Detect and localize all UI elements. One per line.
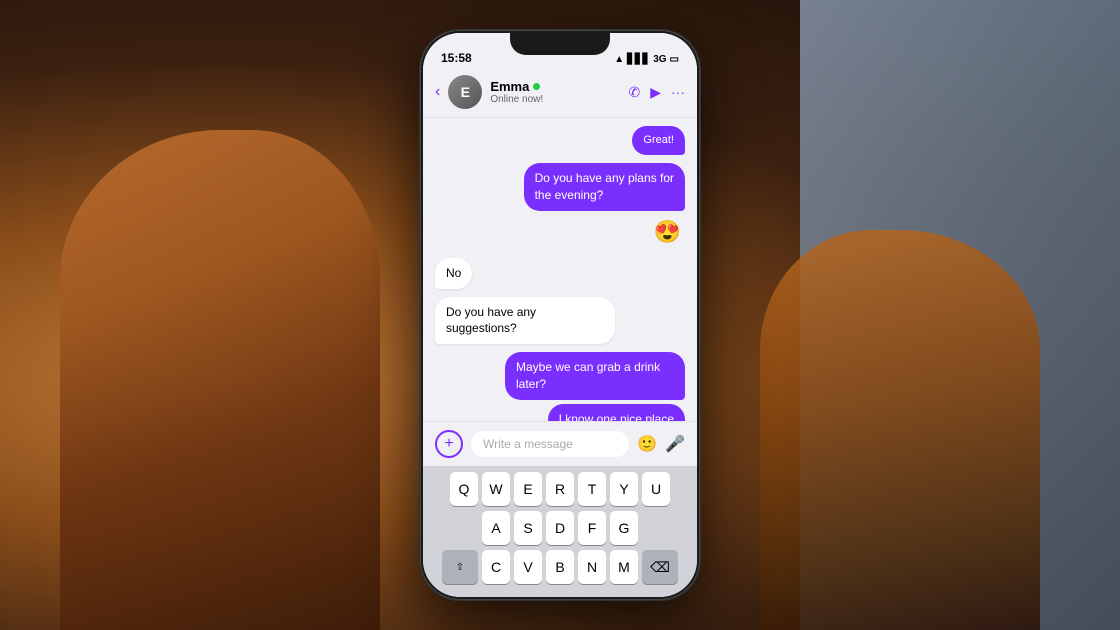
scene: 15:58 ▲ ▋▋▋ 3G ▭ ‹ E Emma	[0, 0, 1120, 630]
header-action-icons: ✆ ▶ ···	[628, 84, 685, 101]
key-v[interactable]: V	[514, 550, 542, 584]
key-s[interactable]: S	[514, 511, 542, 545]
key-a[interactable]: A	[482, 511, 510, 545]
delete-key[interactable]: ⌫	[642, 550, 678, 584]
key-q[interactable]: Q	[450, 472, 478, 506]
location-icon: ▲	[614, 54, 624, 65]
keyboard-row-2: A S D F G	[427, 511, 693, 545]
message-input[interactable]: Write a message	[471, 431, 629, 457]
chat-header: ‹ E Emma Online now! ✆ ▶ ···	[423, 69, 697, 118]
status-icons: ▲ ▋▋▋ 3G ▭	[614, 54, 679, 65]
phone-notch	[510, 33, 610, 55]
hand-right	[760, 230, 1040, 630]
phone: 15:58 ▲ ▋▋▋ 3G ▭ ‹ E Emma	[420, 30, 700, 600]
key-n[interactable]: N	[578, 550, 606, 584]
more-icon[interactable]: ···	[671, 84, 685, 100]
key-f[interactable]: F	[578, 511, 606, 545]
input-area: + Write a message 🙂 🎤	[423, 421, 697, 466]
key-c[interactable]: C	[482, 550, 510, 584]
signal-bars: ▋▋▋	[627, 54, 650, 65]
key-m[interactable]: M	[610, 550, 638, 584]
input-icons: 🙂 🎤	[637, 434, 685, 454]
status-time: 15:58	[441, 51, 472, 65]
contact-status: Online now!	[490, 94, 620, 105]
avatar: E	[448, 75, 482, 109]
back-button[interactable]: ‹	[435, 83, 440, 101]
call-icon[interactable]: ✆	[628, 84, 640, 101]
key-e[interactable]: E	[514, 472, 542, 506]
key-u[interactable]: U	[642, 472, 670, 506]
hand-left	[60, 130, 380, 630]
messages-area: Great! Do you have any plans forthe even…	[423, 118, 697, 421]
key-y[interactable]: Y	[610, 472, 638, 506]
phone-wrapper: 15:58 ▲ ▋▋▋ 3G ▭ ‹ E Emma	[420, 30, 700, 600]
video-icon[interactable]: ▶	[650, 84, 661, 101]
key-d[interactable]: D	[546, 511, 574, 545]
message-bubble: Maybe we can grab a drink later?	[505, 352, 685, 400]
phone-screen: 15:58 ▲ ▋▋▋ 3G ▭ ‹ E Emma	[423, 33, 697, 597]
shift-key[interactable]: ⇧	[442, 550, 478, 584]
message-bubble: Do you have any plans forthe evening?	[524, 163, 685, 211]
message-emoji: 😍	[650, 215, 685, 250]
mic-button[interactable]: 🎤	[665, 434, 685, 454]
battery-icon: ▭	[670, 54, 679, 65]
key-g[interactable]: G	[610, 511, 638, 545]
add-attachment-button[interactable]: +	[435, 430, 463, 458]
contact-info: Emma Online now!	[490, 79, 620, 105]
message-bubble: No	[435, 258, 472, 289]
contact-name: Emma	[490, 79, 620, 94]
key-b[interactable]: B	[546, 550, 574, 584]
message-bubble: Great!	[632, 126, 685, 155]
keyboard-row-1: Q W E R T Y U	[427, 472, 693, 506]
message-bubble: Do you have any suggestions?	[435, 297, 615, 345]
network-type: 3G	[653, 54, 666, 65]
key-t[interactable]: T	[578, 472, 606, 506]
key-r[interactable]: R	[546, 472, 574, 506]
online-indicator	[533, 83, 540, 90]
emoji-button[interactable]: 🙂	[637, 434, 657, 454]
keyboard: Q W E R T Y U A S D F G	[423, 466, 697, 597]
key-w[interactable]: W	[482, 472, 510, 506]
keyboard-row-3: ⇧ C V B N M ⌫	[427, 550, 693, 584]
message-bubble: I know one nice place	[548, 404, 685, 421]
